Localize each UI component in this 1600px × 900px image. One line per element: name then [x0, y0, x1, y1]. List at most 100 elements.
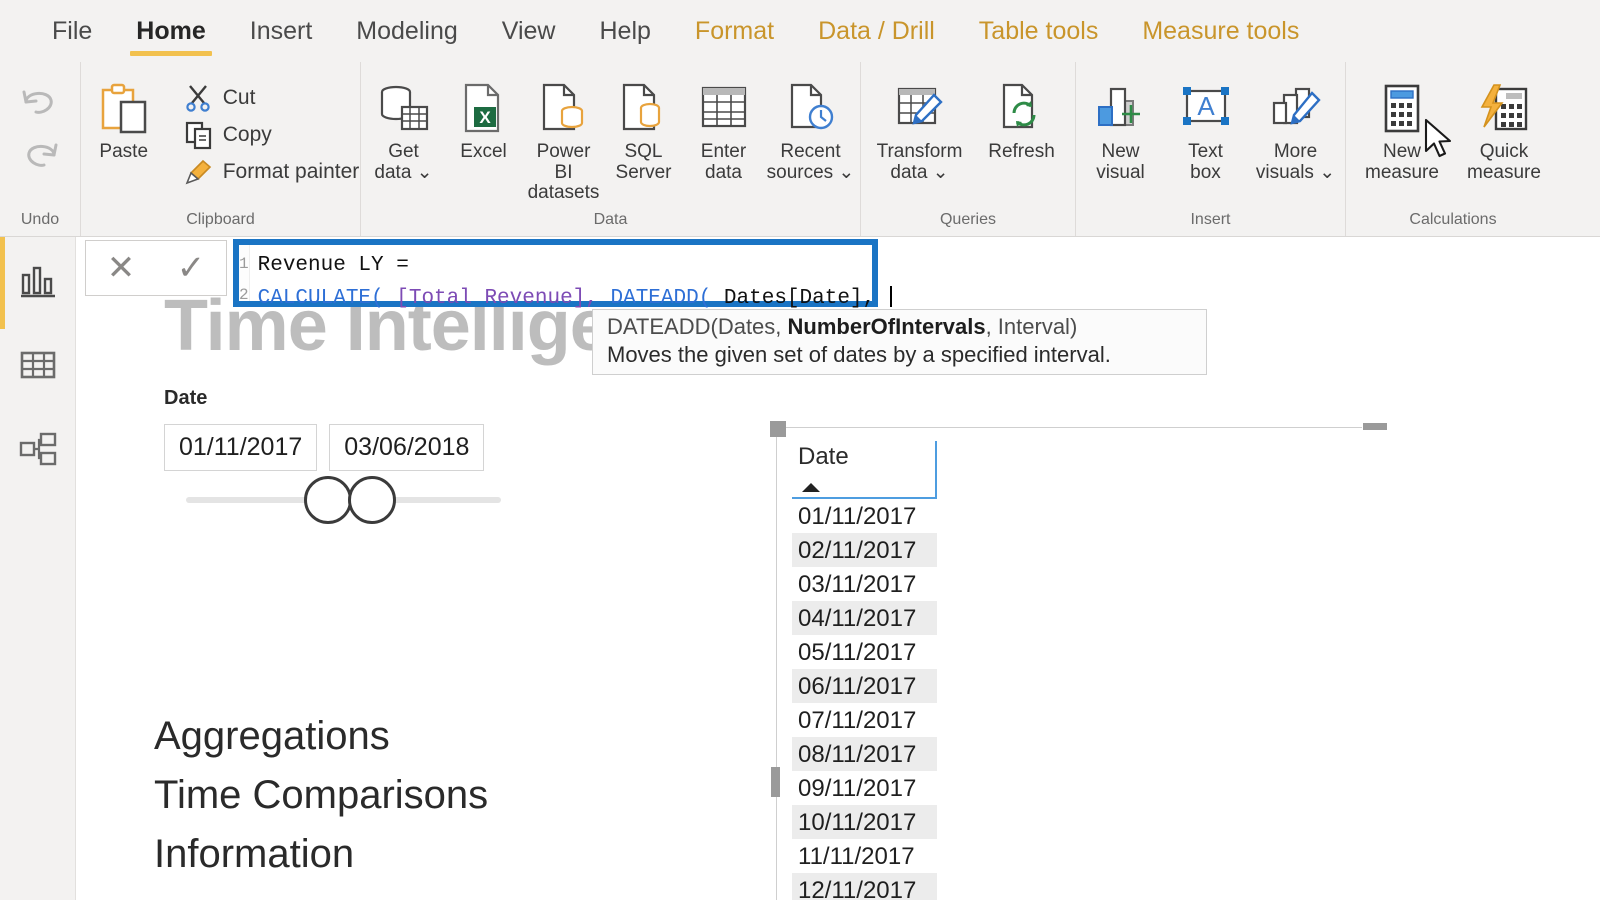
cancel-formula-icon[interactable]: ✕ [107, 251, 136, 285]
accept-formula-icon[interactable]: ✓ [177, 251, 206, 285]
recent-sources-button[interactable]: Recent sources ⌄ [765, 74, 857, 187]
sql-server-icon [616, 78, 672, 140]
refresh-button[interactable]: Refresh [974, 74, 1069, 167]
agenda-item: Time Comparisons [154, 773, 489, 818]
enter-data-button[interactable]: Enter data [685, 74, 763, 187]
bar-chart-icon [20, 266, 55, 298]
dax-formula-text[interactable]: Revenue LY = CALCULATE( [Total Revenue], … [250, 245, 892, 310]
new-measure-button[interactable]: New measure [1354, 74, 1450, 187]
transform-data-button[interactable]: Transform data ⌄ [867, 74, 972, 187]
power-bi-desktop-window: File Home Insert Modeling View Help Form… [0, 0, 1600, 900]
undo-button[interactable] [18, 84, 62, 129]
tab-label: Insert [249, 16, 313, 45]
ribbon-tab-bar: File Home Insert Modeling View Help Form… [0, 0, 1600, 62]
ribbon-tab-modeling[interactable]: Modeling [334, 0, 479, 62]
rail-item-model-view[interactable] [12, 423, 64, 475]
powerbi-datasets-button[interactable]: Power BI datasets [525, 74, 603, 208]
table-row[interactable]: 01/11/2017 [792, 499, 937, 533]
recent-sources-label: Recent sources ⌄ [766, 141, 855, 183]
new-visual-button[interactable]: New visual [1078, 74, 1164, 187]
quick-measure-button[interactable]: Quick measure [1456, 74, 1552, 187]
dax-measure-token: [Total Revenue], [383, 287, 598, 311]
copy-icon [185, 121, 211, 150]
get-data-button[interactable]: Get data ⌄ [365, 74, 443, 187]
date-slicer[interactable]: Date 01/11/2017 03/06/2018 [164, 387, 509, 524]
slicer-start-date-input[interactable]: 01/11/2017 [164, 424, 318, 471]
grid-table-icon [696, 78, 752, 140]
resize-handle-top[interactable] [1362, 422, 1388, 431]
rail-item-report-view[interactable] [12, 255, 64, 307]
copy-button[interactable]: Copy [180, 117, 364, 153]
ribbon-group-calculations: New measure Quick measure Calculations [1345, 62, 1560, 236]
resize-handle-top-left[interactable] [770, 421, 786, 437]
table-row[interactable]: 05/11/2017 [792, 635, 937, 669]
powerbi-dataset-icon [536, 78, 592, 140]
sql-server-button[interactable]: SQL Server [605, 74, 683, 187]
view-rail [0, 237, 76, 900]
text-box-button[interactable]: A Text box [1168, 74, 1244, 187]
table-row[interactable]: 06/11/2017 [792, 669, 937, 703]
visual-left-border [776, 427, 777, 900]
scrollbar-thumb[interactable] [771, 767, 780, 797]
ribbon-tab-insert[interactable]: Insert [228, 0, 335, 62]
excel-file-icon: X [456, 78, 512, 140]
date-table-visual[interactable]: Date 01/11/2017 02/11/2017 03/11/2017 04… [770, 421, 1388, 900]
slicer-left-handle[interactable] [304, 476, 352, 524]
line-number: 1 [239, 255, 249, 273]
table-row[interactable]: 04/11/2017 [792, 601, 937, 635]
table-row[interactable]: 07/11/2017 [792, 703, 937, 737]
ribbon-group-clipboard: Paste Cut Copy Format painter Clipboard [80, 62, 360, 236]
svg-text:A: A [1197, 91, 1215, 121]
ribbon-group-undo: Undo [0, 62, 80, 236]
tooltip-signature: DATEADD(Dates, NumberOfIntervals, Interv… [607, 314, 1192, 340]
tab-label: File [52, 16, 93, 45]
table-row[interactable]: 11/11/2017 [792, 839, 937, 873]
formula-line-1: Revenue LY = [257, 254, 409, 277]
table-row[interactable]: 08/11/2017 [792, 737, 937, 771]
slicer-right-handle[interactable] [348, 476, 396, 524]
relationships-icon [19, 432, 56, 466]
format-painter-button[interactable]: Format painter [180, 154, 364, 190]
report-canvas[interactable]: Time Intelligence ✕ ✓ 1 2 Revenue LY = CA… [76, 237, 1600, 900]
copy-label: Copy [222, 123, 272, 146]
refresh-label: Refresh [988, 141, 1055, 162]
format-painter-label: Format painter [222, 160, 360, 183]
dax-formula-bar[interactable]: 1 2 Revenue LY = CALCULATE( [Total Revenu… [233, 239, 892, 310]
paste-button[interactable]: Paste [78, 74, 170, 167]
tooltip-description: Moves the given set of dates by a specif… [607, 342, 1111, 367]
rail-item-data-view[interactable] [12, 339, 64, 391]
table-row[interactable]: 10/11/2017 [792, 805, 937, 839]
table-row[interactable]: 02/11/2017 [792, 533, 937, 567]
table-row[interactable]: 03/11/2017 [792, 567, 937, 601]
ribbon-tab-format[interactable]: Format [673, 0, 796, 62]
redo-button[interactable] [18, 137, 62, 182]
agenda-text-block: Aggregations Time Comparisons Informatio… [154, 707, 488, 885]
more-visuals-icon [1268, 78, 1324, 140]
ribbon-tab-measure-tools[interactable]: Measure tools [1120, 0, 1321, 62]
dax-calculate-token: CALCULATE( [257, 287, 384, 311]
table-row[interactable]: 09/11/2017 [792, 771, 937, 805]
sort-ascending-icon[interactable] [802, 483, 820, 492]
ribbon-tab-view[interactable]: View [480, 0, 578, 62]
cut-button[interactable]: Cut [180, 80, 364, 116]
ribbon-tab-table-tools[interactable]: Table tools [957, 0, 1121, 62]
table-column-header-date[interactable]: Date [792, 441, 937, 499]
new-visual-icon [1093, 78, 1149, 140]
ribbon-toolbar: Undo Paste Cut Copy Format painter Clipb… [0, 62, 1600, 237]
table-row[interactable]: 12/11/2017 [792, 873, 937, 900]
signature-active-arg: NumberOfIntervals [787, 314, 986, 339]
slicer-track[interactable] [186, 476, 501, 524]
excel-button[interactable]: X Excel [445, 74, 523, 167]
tab-label: Help [599, 16, 651, 45]
formula-line-numbers: 1 2 [239, 245, 250, 304]
ribbon-group-data: Get data ⌄ X Excel Power BI datasets SQL… [360, 62, 860, 236]
slicer-end-date-input[interactable]: 03/06/2018 [329, 424, 485, 471]
ribbon-tab-data-drill[interactable]: Data / Drill [796, 0, 957, 62]
ribbon-tab-help[interactable]: Help [578, 0, 673, 62]
more-visuals-button[interactable]: More visuals ⌄ [1248, 74, 1344, 187]
signature-prefix: DATEADD(Dates, [607, 314, 788, 339]
ribbon-tab-home[interactable]: Home [114, 0, 227, 62]
text-caret [889, 286, 892, 308]
ribbon-tab-file[interactable]: File [30, 0, 114, 62]
redo-arrow-icon [27, 143, 58, 167]
